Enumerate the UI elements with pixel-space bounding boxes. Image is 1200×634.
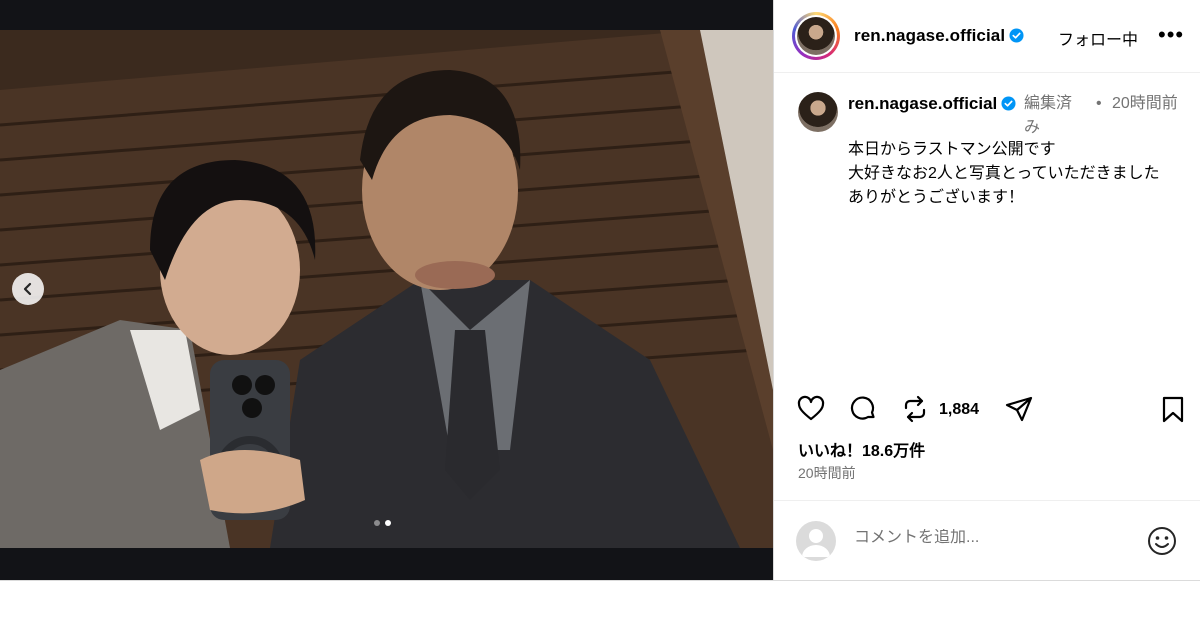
caption-timestamp[interactable]: 20時間前 — [1112, 92, 1182, 116]
caption-avatar[interactable] — [798, 92, 838, 132]
post-header: ren.nagase.official フォロー中 ••• — [774, 0, 1200, 73]
comment-icon[interactable] — [848, 394, 878, 424]
carousel-prev-button[interactable] — [12, 273, 44, 305]
repost-icon[interactable] — [900, 394, 930, 424]
post-photo — [0, 30, 773, 548]
instagram-post: ren.nagase.official フォロー中 ••• ren.nagase… — [0, 0, 1200, 581]
user-placeholder-icon — [796, 521, 836, 561]
edited-label: 編集済み — [1024, 95, 1073, 136]
bookmark-icon[interactable] — [1158, 394, 1188, 424]
meta-separator: • — [1096, 95, 1102, 112]
media-letterbox-top — [0, 0, 773, 30]
caption-line: 本日からラストマン公開です — [848, 141, 1056, 158]
caption-username[interactable]: ren.nagase.official — [848, 92, 1020, 116]
caption-text: 本日からラストマン公開です 大好きなお2人と写真とっていただきました ありがとう… — [848, 138, 1188, 210]
repost-count[interactable]: 1,884 — [939, 401, 979, 419]
media-letterbox-bottom — [0, 548, 773, 580]
carousel-dot-active — [385, 520, 391, 526]
caption-line: 大好きなお2人と写真とっていただきました — [848, 165, 1160, 182]
chevron-left-icon — [23, 282, 32, 296]
caption-line: ありがとうございます！ — [848, 189, 1025, 206]
following-button[interactable]: フォロー中 — [1058, 26, 1138, 50]
profile-avatar[interactable] — [792, 12, 840, 60]
verified-badge-icon — [1001, 96, 1016, 111]
header-username[interactable]: ren.nagase.official — [854, 26, 1024, 46]
comment-bar — [774, 500, 1200, 581]
carousel-dot — [374, 520, 380, 526]
emoji-icon[interactable] — [1146, 525, 1178, 557]
more-icon: ••• — [1158, 22, 1185, 47]
heart-icon[interactable] — [796, 394, 826, 424]
post-sidebar: ren.nagase.official フォロー中 ••• ren.nagase… — [773, 0, 1200, 580]
verified-badge-icon — [1009, 28, 1024, 43]
likes-count[interactable]: いいね！18.6万件 — [798, 437, 925, 461]
post-timestamp[interactable]: 20時間前 — [798, 463, 856, 483]
carousel-indicator — [374, 520, 391, 526]
action-bar: 1,884 — [774, 392, 1200, 428]
photo-illustration — [0, 30, 773, 548]
comment-input[interactable] — [854, 529, 1124, 547]
more-options-button[interactable]: ••• — [1158, 22, 1184, 48]
post-media — [0, 0, 773, 580]
share-icon[interactable] — [1004, 394, 1034, 424]
